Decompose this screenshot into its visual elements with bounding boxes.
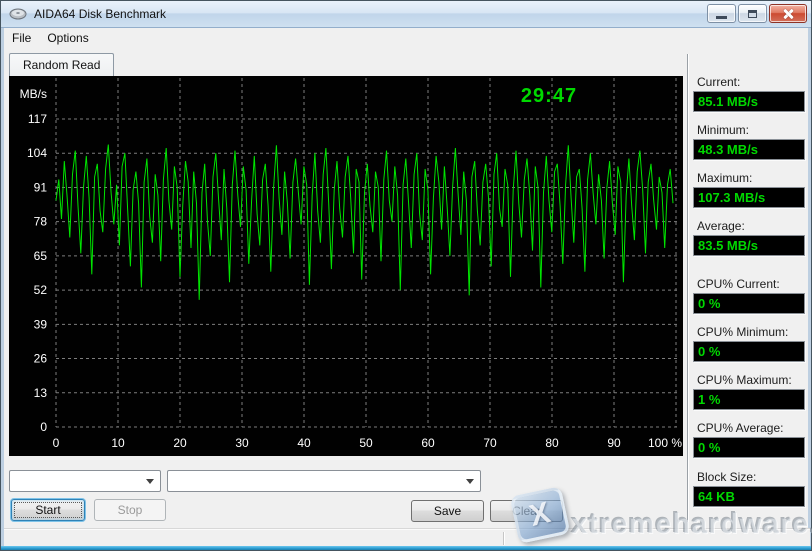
y-tick-label: 26 — [34, 352, 48, 366]
x-tick-label: 60 — [421, 436, 435, 450]
stat-label-minimum: Minimum: — [697, 123, 807, 137]
y-tick-label: 91 — [34, 180, 48, 194]
menu-file[interactable]: File — [4, 29, 39, 47]
y-tick-label: 65 — [34, 249, 48, 263]
stat-value-current: 85.1 MB/s — [693, 91, 805, 112]
x-tick-label: 20 — [173, 436, 187, 450]
minimize-button[interactable] — [707, 4, 736, 23]
y-tick-label: 104 — [27, 146, 47, 160]
x-tick-label: 90 — [607, 436, 621, 450]
test-type-select[interactable]: Random Read — [9, 470, 161, 492]
drive-select[interactable]: Disk Drive #0 [SAMSUNG HD154UI] (1397.3 … — [167, 470, 481, 492]
stat-value-average: 83.5 MB/s — [693, 235, 805, 256]
y-tick-label: 117 — [28, 112, 47, 126]
window-title: AIDA64 Disk Benchmark — [34, 7, 166, 21]
stat-value-cpu-maximum: 1 % — [693, 389, 805, 410]
stat-label-average: Average: — [697, 219, 807, 233]
stat-value-maximum: 107.3 MB/s — [693, 187, 805, 208]
stat-label-block-size: Block Size: — [697, 470, 807, 484]
y-tick-label: 52 — [34, 283, 48, 297]
y-tick-label: 78 — [34, 215, 48, 229]
stat-label-cpu-minimum: CPU% Minimum: — [697, 325, 807, 339]
tab-random-read[interactable]: Random Read — [9, 53, 114, 76]
x-tick-label: 100 % — [648, 436, 682, 450]
chevron-down-icon — [466, 479, 474, 484]
aida64-disk-benchmark-window: AIDA64 Disk Benchmark File Options Rando… — [0, 0, 812, 551]
elapsed-time: 29:47 — [497, 85, 601, 108]
x-tick-label: 80 — [545, 436, 559, 450]
x-tick-label: 30 — [235, 436, 249, 450]
benchmark-chart-panel: MB/s 117 104 91 78 65 52 39 26 13 00 10 20 30 40 50 60 70… — [9, 76, 683, 456]
y-axis-unit-label: MB/s — [20, 87, 47, 101]
stat-label-maximum: Maximum: — [697, 171, 807, 185]
x-tick-label: 0 — [53, 436, 60, 450]
stat-label-cpu-current: CPU% Current: — [697, 277, 807, 291]
stat-value-cpu-current: 0 % — [693, 293, 805, 314]
watermark-x-glyph: X — [526, 496, 554, 534]
window-frame-right — [808, 28, 811, 547]
y-tick-label: 39 — [34, 317, 48, 331]
x-tick-label: 40 — [297, 436, 311, 450]
stat-value-cpu-minimum: 0 % — [693, 341, 805, 362]
stat-label-cpu-maximum: CPU% Maximum: — [697, 373, 807, 387]
stat-label-current: Current: — [697, 75, 807, 89]
maximize-icon — [748, 10, 757, 18]
y-tick-label: 13 — [34, 386, 48, 400]
title-bar[interactable]: AIDA64 Disk Benchmark — [1, 1, 811, 28]
chevron-down-icon — [146, 479, 154, 484]
x-tick-label: 70 — [483, 436, 497, 450]
watermark-text: xtremehardware.it — [571, 508, 812, 541]
panel-divider — [687, 54, 689, 522]
window-frame-left — [1, 28, 4, 547]
close-button[interactable] — [769, 4, 807, 23]
disk-app-icon — [9, 7, 27, 21]
stop-button[interactable]: Stop — [94, 499, 166, 521]
status-bar-divider — [503, 532, 505, 545]
x-tick-label: 10 — [111, 436, 125, 450]
start-button[interactable]: Start — [11, 499, 85, 521]
watermark: X xtremehardware.it — [509, 486, 809, 548]
stat-value-minimum: 48.3 MB/s — [693, 139, 805, 160]
maximize-button[interactable] — [738, 4, 767, 23]
save-button[interactable]: Save — [411, 500, 484, 522]
stat-value-cpu-average: 0 % — [693, 437, 805, 458]
close-icon — [782, 8, 794, 20]
y-tick-label: 0 — [40, 420, 47, 434]
menu-bar: File Options — [4, 29, 810, 47]
stat-label-cpu-average: CPU% Average: — [697, 421, 807, 435]
benchmark-chart-svg: MB/s 117 104 91 78 65 52 39 26 13 00 10 20 30 40 50 60 70… — [9, 76, 683, 456]
benchmark-line — [56, 145, 673, 300]
minimize-icon — [716, 16, 727, 19]
menu-options[interactable]: Options — [39, 29, 96, 47]
watermark-logo-icon: X — [510, 486, 571, 544]
x-tick-label: 50 — [359, 436, 373, 450]
